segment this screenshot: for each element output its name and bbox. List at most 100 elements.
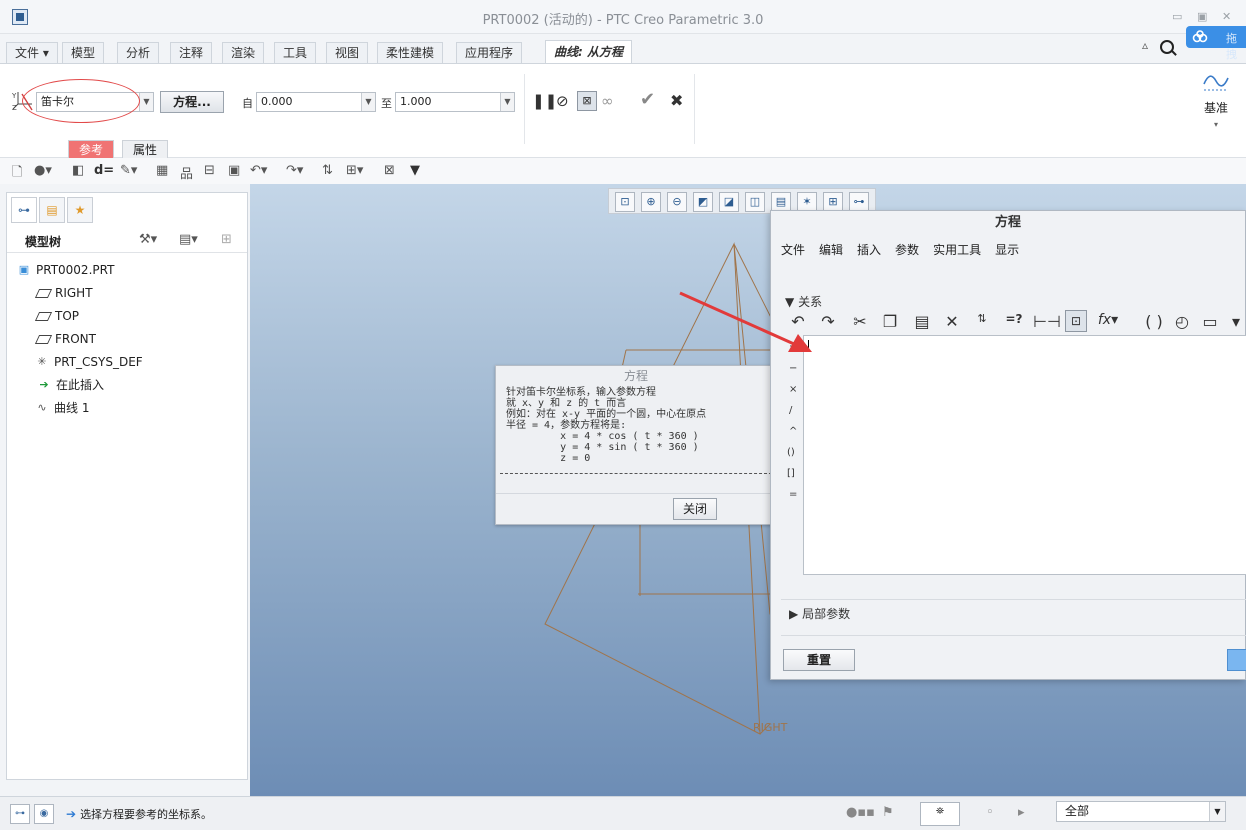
show-dimension-icon[interactable]: ⊡	[1065, 310, 1087, 332]
minimize-ribbon-icon[interactable]: ▵	[1142, 38, 1148, 52]
view-manager-icon[interactable]: ▤	[771, 192, 791, 212]
sort-icon[interactable]: ⇅	[971, 312, 993, 325]
new-file-icon[interactable]: 🗋	[12, 163, 22, 185]
repaint-icon[interactable]: ◩	[693, 192, 713, 212]
operator-brackets[interactable]: []	[787, 468, 795, 479]
tab-render[interactable]: 渲染	[222, 42, 265, 63]
relations-section-header[interactable]: ▼ 关系	[785, 293, 822, 310]
operator-parens[interactable]: ()	[787, 447, 795, 458]
find-icon[interactable]: ⛯	[920, 802, 960, 826]
dimension-icon[interactable]: d=	[94, 163, 114, 178]
menu-edit[interactable]: 编辑	[819, 241, 843, 258]
selection-filter-select[interactable]: 全部 ▼	[1056, 801, 1226, 822]
equation-button[interactable]: 方程...	[160, 91, 224, 113]
zoom-in-icon[interactable]: ⊕	[641, 192, 661, 212]
subtab-references[interactable]: 参考	[68, 140, 115, 159]
datum-group[interactable]: 基准 ▾	[1196, 70, 1236, 129]
tab-curve-from-equation[interactable]: 曲线: 从方程	[545, 40, 632, 64]
search-icon[interactable]	[1160, 40, 1174, 54]
copy-icon[interactable]: ❐	[879, 312, 901, 331]
cancel-x-icon[interactable]: ✖	[670, 91, 683, 110]
customize-toolbar-icon[interactable]: ▼	[410, 163, 420, 178]
save-icon[interactable]: ▣	[228, 163, 240, 178]
menu-file[interactable]: 文件	[781, 241, 805, 258]
menu-insert[interactable]: 插入	[857, 241, 881, 258]
settings-icon[interactable]: ⚒▾	[139, 232, 157, 247]
filter-icon[interactable]: ⊞	[221, 232, 232, 247]
close-model-icon[interactable]: ⊠	[384, 163, 395, 178]
reset-button[interactable]: 重置	[783, 649, 855, 671]
selection-mode-icon[interactable]: ◦	[986, 805, 994, 820]
tree-item-csys[interactable]: ✳ PRT_CSYS_DEF	[35, 352, 142, 372]
restore-icon[interactable]: ▣	[1197, 10, 1207, 23]
pause-icon[interactable]: ❚❚	[532, 92, 557, 110]
redo-icon[interactable]: ↷	[817, 312, 839, 331]
color-icon[interactable]: ▦	[156, 163, 168, 178]
paste-icon[interactable]: ▤	[911, 312, 933, 331]
evaluate-icon[interactable]: =?	[1003, 312, 1025, 326]
tab-file[interactable]: 文件 ▾	[6, 42, 58, 63]
datum-display-icon[interactable]: ✶	[797, 192, 817, 212]
tab-applications[interactable]: 应用程序	[456, 42, 523, 63]
tab-flexible-modeling[interactable]: 柔性建模	[377, 42, 444, 63]
refit-icon[interactable]: ⊡	[615, 192, 635, 212]
model-tree-tab-icon[interactable]: ⊶	[11, 197, 37, 223]
delete-icon[interactable]: ✕	[941, 312, 963, 331]
menu-parameters[interactable]: 参数	[895, 241, 919, 258]
tab-annotate[interactable]: 注释	[170, 42, 213, 63]
regenerate-icon[interactable]: ⇅	[322, 163, 333, 178]
operator-divide[interactable]: /	[789, 405, 792, 416]
datum-dropdown-icon[interactable]: ▾	[1196, 120, 1236, 129]
tree-item-insert-here[interactable]: ➔ 在此插入	[37, 375, 104, 395]
measure-icon[interactable]: ✎▾	[120, 163, 137, 178]
tree-item-part[interactable]: ▣ PRT0002.PRT	[17, 260, 115, 280]
from-value-field[interactable]: 0.000 ▼	[256, 92, 376, 112]
to-value-field[interactable]: 1.000 ▼	[395, 92, 515, 112]
minimize-icon[interactable]: ▭	[1172, 10, 1182, 23]
next-icon[interactable]: ▸	[1018, 805, 1025, 820]
tab-analysis[interactable]: 分析	[117, 42, 160, 63]
menu-show[interactable]: 显示	[995, 241, 1019, 258]
toggle-navigator-icon[interactable]: ⊶	[10, 804, 30, 824]
function-icon[interactable]: fx▾	[1097, 312, 1119, 328]
redo-icon[interactable]: ↷▾	[286, 163, 303, 178]
ok-check-icon[interactable]: ✔	[640, 89, 655, 110]
tab-tools[interactable]: 工具	[274, 42, 317, 63]
operator-multiply[interactable]: ×	[789, 384, 797, 395]
operator-plus[interactable]: +	[789, 341, 797, 352]
undo-icon[interactable]: ↶	[787, 312, 809, 331]
cut-icon[interactable]: ✂	[849, 312, 871, 331]
brackets-icon[interactable]: ( )	[1143, 312, 1165, 331]
tab-view[interactable]: 视图	[326, 42, 369, 63]
verify-icon[interactable]: ◴	[1171, 312, 1193, 331]
browser-icon[interactable]: ◉	[34, 804, 54, 824]
equation-editor[interactable]	[803, 335, 1246, 575]
no-preview-icon[interactable]: ⊘	[556, 92, 569, 110]
spin-center-icon[interactable]: ⊶	[849, 192, 869, 212]
display-style-icon[interactable]: ◧	[72, 163, 84, 178]
show-icon[interactable]: ▤▾	[179, 232, 198, 247]
menu-utilities[interactable]: 实用工具	[933, 241, 981, 258]
saved-orientations-icon[interactable]: ◫	[745, 192, 765, 212]
ok-button[interactable]	[1227, 649, 1246, 671]
close-button[interactable]: 关闭	[673, 498, 717, 520]
dimension-icon[interactable]: ⊢⊣	[1033, 312, 1061, 331]
tab-model[interactable]: 模型	[62, 42, 105, 63]
display-style-icon[interactable]: ◪	[719, 192, 739, 212]
export-icon[interactable]: ▾	[1225, 312, 1246, 331]
tree-item-front[interactable]: FRONT	[34, 329, 96, 349]
appearance-icon[interactable]: ●▾	[34, 163, 52, 178]
close-window-icon[interactable]: ✕	[1222, 10, 1231, 23]
undo-icon[interactable]: ↶▾	[250, 163, 267, 178]
operator-equals[interactable]: =	[789, 489, 797, 500]
folder-browser-tab-icon[interactable]: ▤	[39, 197, 65, 223]
tree-item-curve[interactable]: ∿ 曲线 1	[35, 398, 89, 418]
zoom-out-icon[interactable]: ⊖	[667, 192, 687, 212]
tree-icon[interactable]: 品	[180, 163, 193, 182]
annotation-display-icon[interactable]: ⊞	[823, 192, 843, 212]
operator-power[interactable]: ^	[789, 426, 797, 437]
open-icon[interactable]: ⊟	[204, 163, 215, 178]
operator-minus[interactable]: −	[789, 363, 797, 374]
subtab-properties[interactable]: 属性	[122, 140, 169, 159]
flag-icon[interactable]: ⚑	[882, 805, 894, 820]
